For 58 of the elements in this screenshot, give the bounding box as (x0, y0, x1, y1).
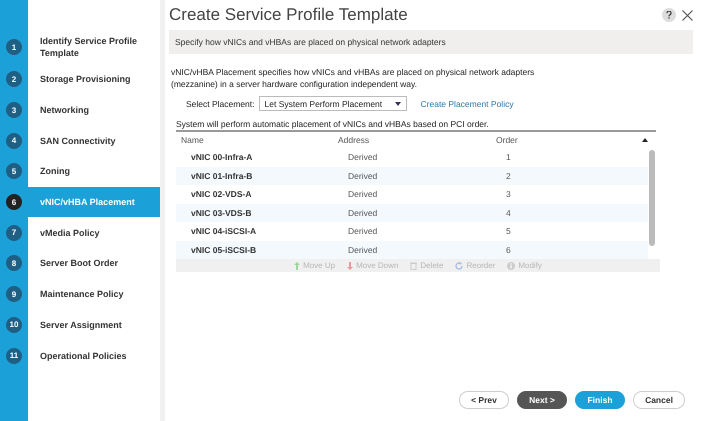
step-label: vMedia Policy (40, 226, 100, 239)
wizard-step[interactable]: 8 Server Boot Order (0, 248, 160, 279)
help-icon[interactable] (662, 8, 676, 22)
column-header[interactable]: Name (181, 135, 338, 145)
step-number: 1 (6, 39, 22, 55)
prev-button[interactable]: < Prev (459, 391, 509, 409)
wizard-step[interactable]: 10 Server Assignment (0, 310, 160, 340)
step-number: 7 (6, 224, 22, 241)
step-number: 6 (6, 194, 22, 210)
wizard-step[interactable]: 3 Networking (0, 94, 160, 126)
refresh-icon (455, 262, 464, 270)
arrow-up-icon (294, 262, 300, 270)
step-number: 10 (6, 316, 22, 333)
step-label: Identify Service Profile Template (40, 35, 138, 59)
wizard-step[interactable]: 5 Zoning (0, 156, 160, 187)
description-text: vNIC/vHBA Placement specifies how vNICs and vHBAs are placed on physical network adapters (mezzanine) in a server hardware configuration independent way. (171, 66, 536, 90)
step-number: 4 (6, 132, 22, 149)
column-header[interactable]: Address (338, 135, 496, 145)
cancel-button[interactable]: Cancel (633, 391, 685, 409)
wizard-step[interactable]: 11 Operational Policies (0, 340, 160, 371)
step-number: 11 (6, 348, 22, 364)
wizard-title: Create Service Profile Template (169, 5, 408, 25)
table-row[interactable]: vNIC 01-Infra-B Derived 2 (176, 166, 648, 185)
step-label: Server Boot Order (40, 257, 118, 270)
info-banner: Specify how vNICs and vHBAs are placed on physical network adapters (169, 30, 693, 54)
step-label: Zoning (40, 165, 70, 178)
info-icon (507, 262, 516, 270)
table-row[interactable]: vNIC 05-iSCSI-B Derived 6 (176, 240, 648, 259)
scrollbar-thumb[interactable] (649, 150, 655, 246)
trash-icon (410, 262, 418, 270)
step-number: 5 (6, 163, 22, 180)
placement-label: Select Placement: (186, 98, 255, 108)
step-number: 3 (6, 102, 22, 118)
dropdown-caret-icon (394, 102, 401, 106)
create-policy-link[interactable]: Create Placement Policy (420, 98, 514, 108)
arrow-down-icon (347, 262, 354, 270)
step-label: SAN Connectivity (40, 134, 116, 147)
wizard-step[interactable]: 4 SAN Connectivity (0, 125, 160, 156)
close-icon[interactable] (682, 10, 693, 20)
next-button[interactable]: Next > (517, 391, 567, 409)
step-label: Operational Policies (40, 350, 127, 362)
table-row[interactable]: vNIC 03-VDS-B Derived 4 (176, 204, 648, 222)
step-number: 8 (6, 255, 22, 272)
step-number: 2 (6, 71, 22, 88)
wizard-step[interactable]: 9 Maintenance Policy (0, 278, 160, 310)
wizard-step[interactable]: 2 Storage Provisioning (0, 64, 160, 95)
column-header[interactable]: Order (496, 135, 642, 145)
step-number: 9 (6, 286, 22, 302)
placement-dropdown[interactable]: Let System Perform Placement (258, 96, 407, 111)
step-label: Networking (40, 104, 90, 116)
step-label: Server Assignment (40, 318, 122, 331)
sort-ascending-icon[interactable] (642, 138, 648, 142)
step-label: Storage Provisioning (40, 73, 131, 86)
step-label: vNIC/vHBA Placement (40, 196, 135, 208)
step-label: Maintenance Policy (40, 288, 124, 300)
wizard-step[interactable]: 1 Identify Service Profile Template (0, 30, 160, 64)
table-caption: System will perform automatic placement of vNICs and vHBAs based on PCI order. (176, 119, 656, 132)
wizard-step[interactable]: 7 vMedia Policy (0, 217, 160, 248)
